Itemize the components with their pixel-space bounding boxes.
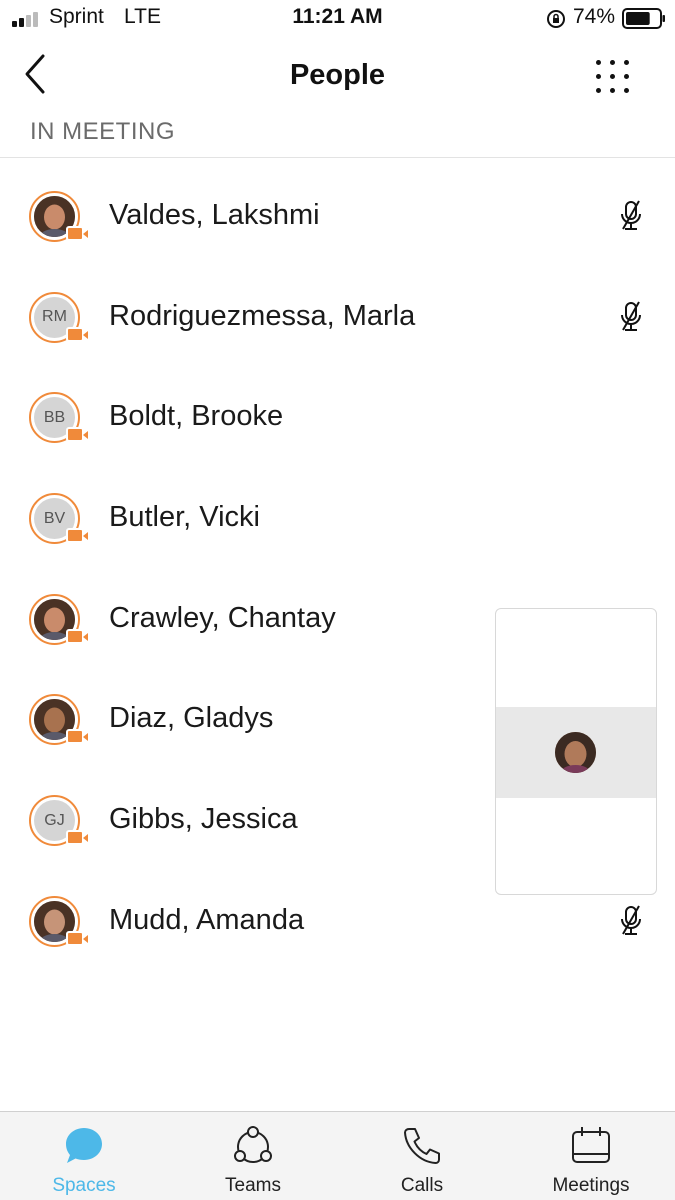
mic-muted-icon[interactable] <box>618 200 644 232</box>
participant-row[interactable]: BV Butler, Vicki <box>0 468 675 569</box>
divider <box>0 157 675 158</box>
chat-bubble-icon <box>66 1128 102 1163</box>
avatar: RM <box>29 291 88 343</box>
participant-name: Gibbs, Jessica <box>109 803 298 836</box>
mic-muted-icon[interactable] <box>618 301 644 333</box>
avatar <box>29 593 88 645</box>
participant-row[interactable]: BB Boldt, Brooke <box>0 367 675 468</box>
phone-icon <box>404 1128 440 1164</box>
avatar: BV <box>29 493 88 545</box>
mic-muted-icon[interactable] <box>618 905 644 937</box>
video-camera-icon <box>66 930 88 946</box>
tab-label: Spaces <box>52 1175 116 1196</box>
battery-percent: 74% <box>573 5 616 28</box>
page-title: People <box>289 59 386 91</box>
participant-name: Boldt, Brooke <box>109 400 284 433</box>
avatar: BB <box>29 392 88 444</box>
tab-label: Meetings <box>552 1175 630 1196</box>
grid-dots-icon[interactable] <box>592 56 634 98</box>
participant-name: Butler, Vicki <box>109 501 260 534</box>
participant-name: Diaz, Gladys <box>109 702 274 735</box>
participant-name: Crawley, Chantay <box>109 601 336 634</box>
avatar <box>29 191 88 242</box>
video-camera-icon <box>66 226 88 241</box>
video-camera-icon <box>66 830 88 846</box>
calendar-icon <box>572 1127 610 1163</box>
participant-row[interactable]: RM Rodriguezmessa, Marla <box>0 267 675 368</box>
video-camera-icon <box>66 628 88 644</box>
avatar: GJ <box>29 795 88 847</box>
participant-row[interactable]: Valdes, Lakshmi <box>0 166 675 267</box>
video-camera-icon <box>66 427 88 443</box>
status-bar: Sprint LTE 11:21 AM 74% <box>0 0 675 38</box>
tab-bar: Spaces Teams Calls Meetings <box>0 1111 675 1200</box>
video-camera-icon <box>66 326 88 342</box>
video-preview[interactable] <box>495 608 657 895</box>
tab-calls[interactable]: Calls <box>338 1112 506 1200</box>
participant-name: Rodriguezmessa, Marla <box>109 299 416 332</box>
nav-bar: People <box>0 38 675 112</box>
tab-label: Calls <box>400 1175 444 1196</box>
battery-icon <box>622 8 665 29</box>
section-header: IN MEETING <box>30 118 176 145</box>
participant-name: Mudd, Amanda <box>109 903 305 936</box>
avatar <box>29 895 88 947</box>
avatar <box>29 694 88 746</box>
tab-teams[interactable]: Teams <box>169 1112 337 1200</box>
tab-spaces[interactable]: Spaces <box>0 1112 168 1200</box>
participant-name: Valdes, Lakshmi <box>109 199 320 231</box>
tab-meetings[interactable]: Meetings <box>507 1112 675 1200</box>
teams-icon <box>234 1126 272 1163</box>
video-camera-icon <box>66 729 88 745</box>
rotation-lock-icon <box>547 10 565 28</box>
speaker-avatar <box>555 732 596 773</box>
tab-label: Teams <box>225 1175 281 1196</box>
video-strip <box>496 707 656 798</box>
video-camera-icon <box>66 528 88 544</box>
